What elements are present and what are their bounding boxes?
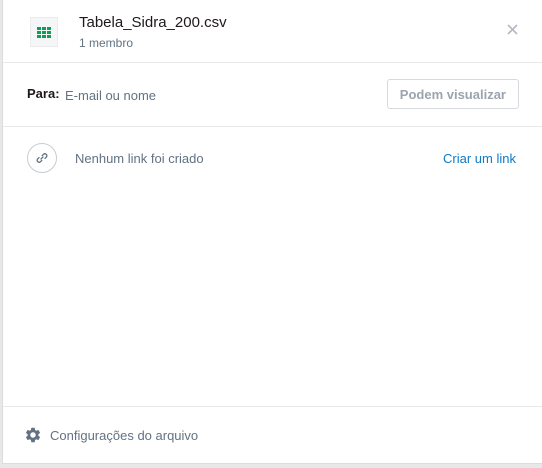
- spreadsheet-icon: [30, 17, 58, 47]
- to-label: Para:: [27, 86, 60, 101]
- share-dialog: Tabela_Sidra_200.csv 1 membro Para: Pode…: [2, 0, 542, 464]
- link-icon: [27, 143, 57, 173]
- recipient-input[interactable]: [63, 83, 367, 107]
- file-name: Tabela_Sidra_200.csv: [79, 14, 227, 31]
- close-button[interactable]: [502, 19, 522, 39]
- link-row: Nenhum link foi criado Criar um link: [3, 127, 542, 191]
- file-settings-button[interactable]: Configurações do arquivo: [24, 426, 198, 444]
- dialog-footer: Configurações do arquivo: [3, 406, 542, 465]
- member-count: 1 membro: [79, 36, 134, 50]
- dialog-header: Tabela_Sidra_200.csv 1 membro: [3, 0, 542, 63]
- share-recipient-row: Para: Podem visualizar: [3, 63, 542, 127]
- close-icon: [506, 23, 518, 35]
- create-link-button[interactable]: Criar um link: [443, 151, 516, 166]
- permission-dropdown-button[interactable]: Podem visualizar: [386, 79, 519, 109]
- file-settings-label: Configurações do arquivo: [50, 427, 199, 443]
- link-status-text: Nenhum link foi criado: [75, 151, 204, 166]
- gear-icon: [25, 427, 41, 443]
